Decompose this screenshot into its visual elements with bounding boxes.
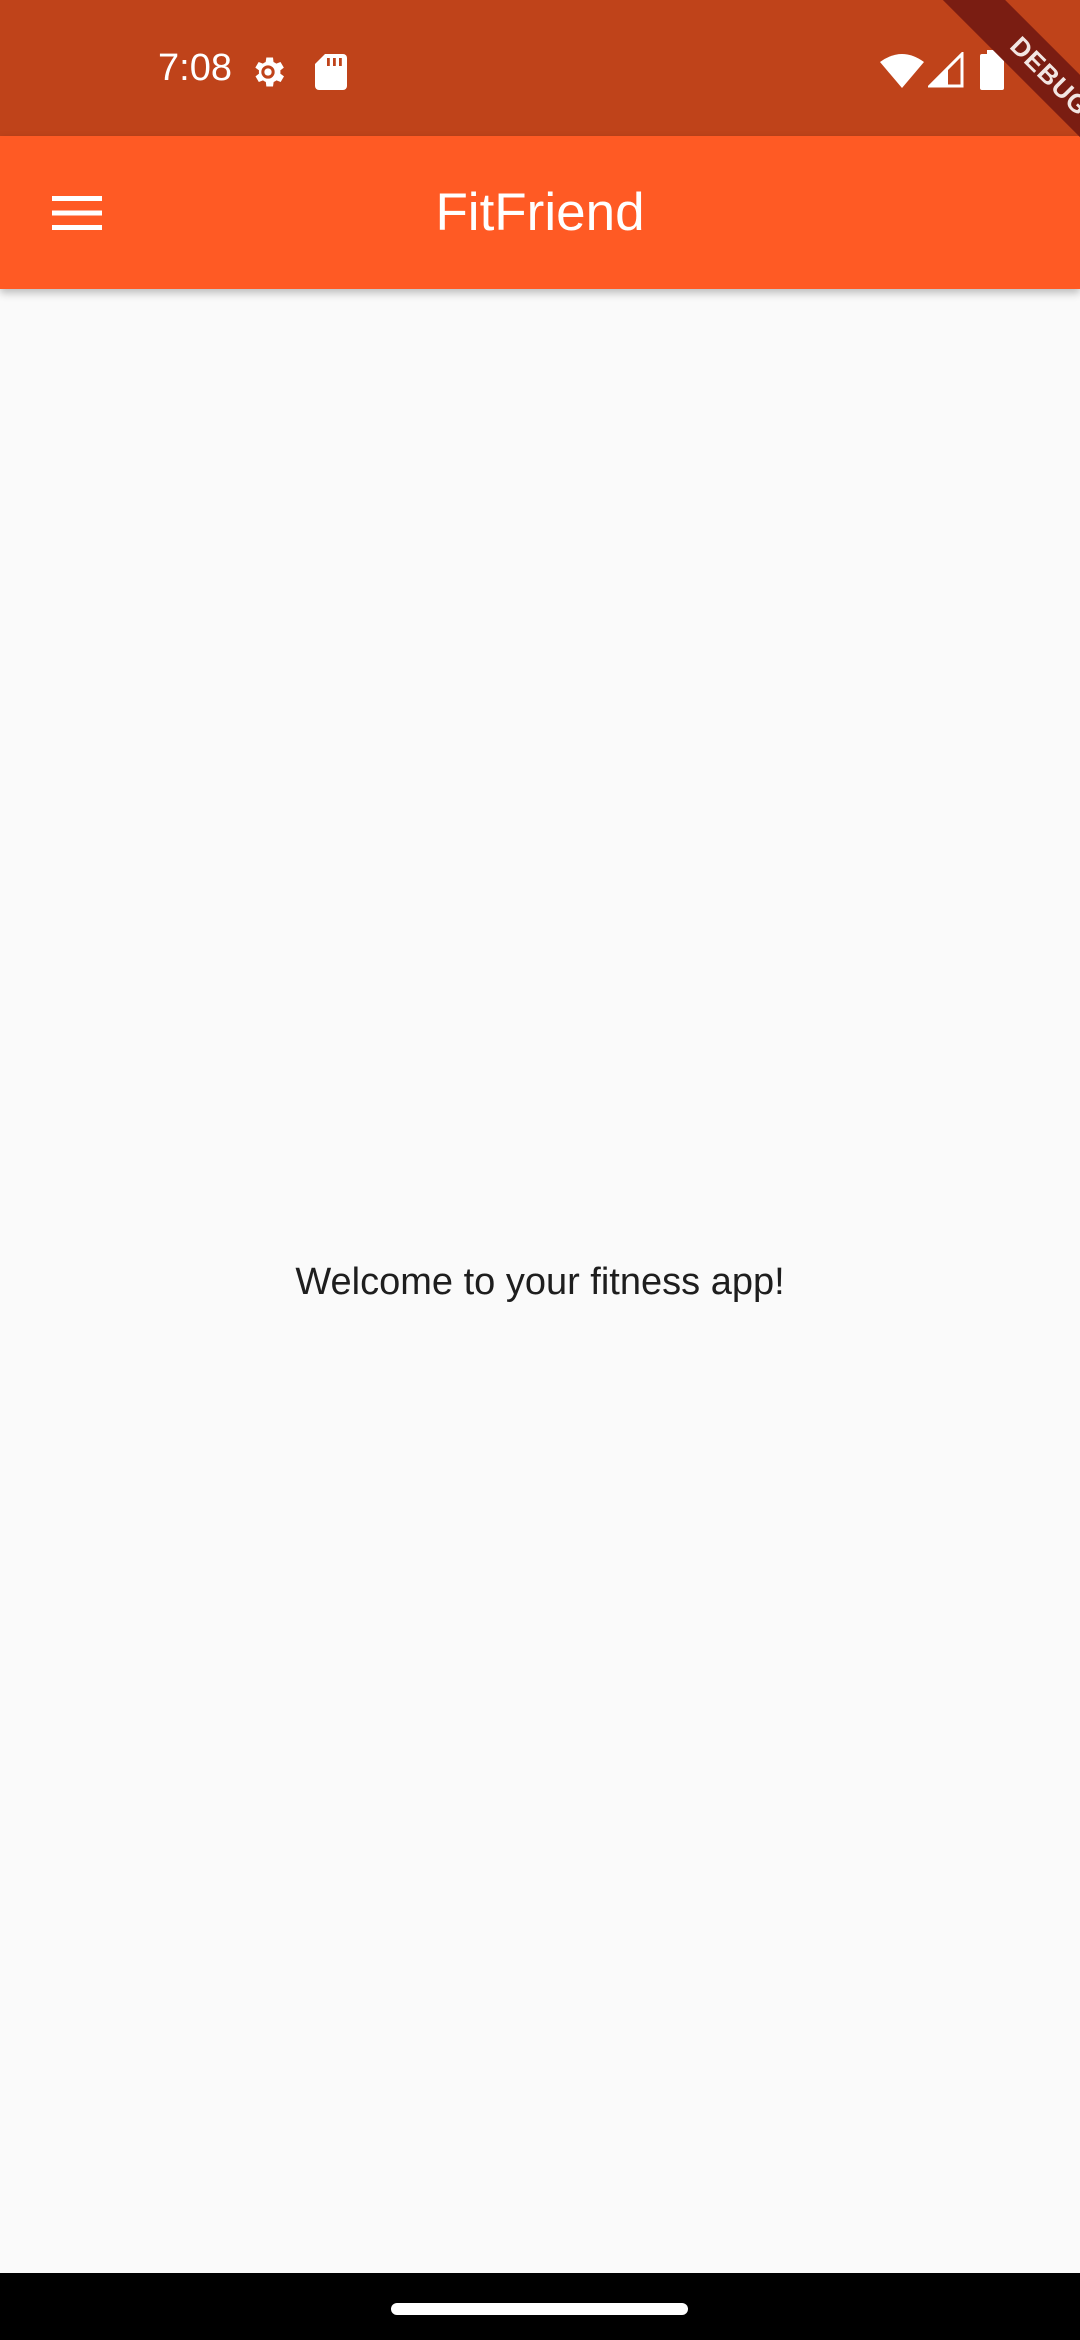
status-time: 7:08: [158, 47, 232, 89]
app-bar: FitFriend: [0, 136, 1080, 289]
app-screen: 7:08 DEBUG FitFriend Welcome to your fit…: [0, 0, 1080, 2340]
sd-card-icon: [315, 54, 347, 90]
welcome-message: Welcome to your fitness app!: [295, 1261, 785, 1303]
menu-button[interactable]: [28, 164, 126, 262]
wifi-icon: [880, 54, 924, 88]
system-navigation-bar: [0, 2273, 1080, 2340]
home-indicator[interactable]: [391, 2303, 688, 2315]
hamburger-menu-icon: [52, 196, 102, 230]
app-title: FitFriend: [435, 183, 645, 242]
settings-gear-icon: [255, 57, 284, 87]
battery-icon: [980, 50, 1004, 90]
status-bar: 7:08: [0, 0, 1080, 136]
cellular-signal-icon: [928, 52, 964, 88]
main-content: Welcome to your fitness app!: [0, 289, 1080, 2273]
